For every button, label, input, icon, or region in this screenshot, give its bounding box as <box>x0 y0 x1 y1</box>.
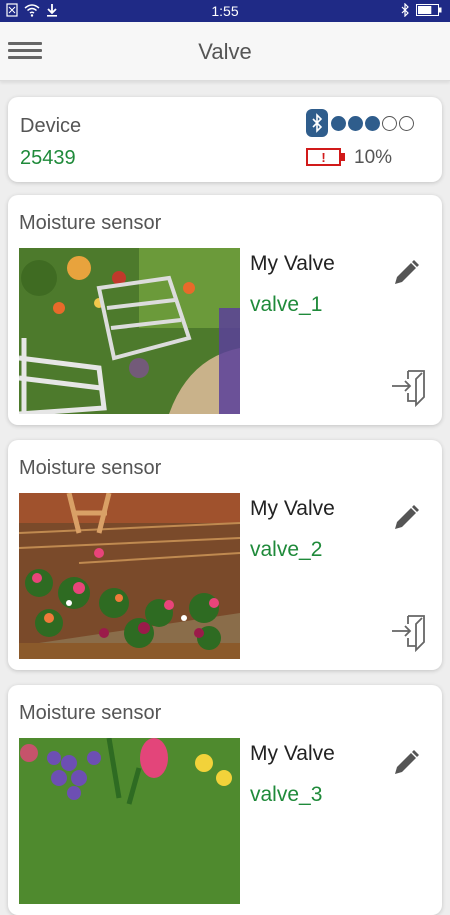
edit-icon[interactable] <box>391 503 421 533</box>
valve-id: valve_1 <box>250 293 323 316</box>
valve-name: My Valve <box>250 742 335 765</box>
hyacinth-flowers-image <box>19 738 240 904</box>
signal-dot <box>382 116 397 131</box>
status-time: 1:55 <box>211 3 239 19</box>
valve-card[interactable]: Moisture sensor My Valve valve_1 <box>8 195 442 425</box>
signal-dot <box>399 116 414 131</box>
valve-name: My Valve <box>250 497 335 520</box>
battery-low-icon: ! <box>306 148 345 166</box>
page-title: Valve <box>198 39 252 64</box>
signal-strength-indicator <box>331 116 414 131</box>
device-label: Device <box>20 115 82 137</box>
valve-id: valve_2 <box>250 538 323 561</box>
status-bar: 1:55 <box>0 0 450 22</box>
signal-dot <box>331 116 346 131</box>
bluetooth-status-icon <box>401 3 409 17</box>
garden-bench-image <box>19 248 240 414</box>
device-id: 25439 <box>20 147 76 169</box>
battery-status-icon <box>416 4 442 16</box>
valve-card-title: Moisture sensor <box>19 457 162 479</box>
edit-icon[interactable] <box>391 748 421 778</box>
valve-card[interactable]: Moisture sensor My Valve valve_3 <box>8 685 442 915</box>
status-icons-right <box>400 3 442 17</box>
flower-bed-image <box>19 493 240 659</box>
valve-card[interactable]: Moisture sensor My Valve valve_2 <box>8 440 442 670</box>
exit-icon[interactable] <box>388 367 428 407</box>
valve-id: valve_3 <box>250 783 323 806</box>
signal-dot <box>348 116 363 131</box>
exit-icon[interactable] <box>388 612 428 652</box>
svg-text:!: ! <box>321 150 325 165</box>
edit-icon[interactable] <box>391 258 421 288</box>
app-bar: Valve <box>0 22 450 81</box>
bluetooth-icon <box>306 109 328 137</box>
device-card[interactable]: Device 25439 ! 10% <box>8 97 442 182</box>
signal-dot <box>365 116 380 131</box>
battery-percent: 10% <box>354 147 393 168</box>
valve-card-title: Moisture sensor <box>19 702 162 724</box>
valve-card-title: Moisture sensor <box>19 212 162 234</box>
valve-name: My Valve <box>250 252 335 275</box>
